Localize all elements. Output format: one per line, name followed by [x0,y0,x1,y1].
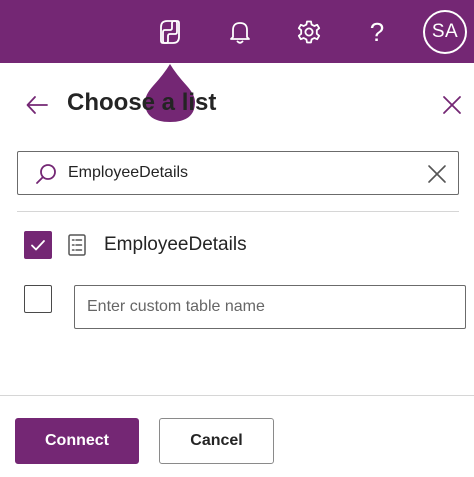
footer-divider [0,395,474,396]
top-bar: ? SA [0,0,474,63]
custom-table-name-input[interactable] [74,285,466,329]
copilot-icon[interactable] [150,12,190,52]
list-item-label[interactable]: EmployeeDetails [104,234,247,256]
gear-icon[interactable] [289,12,329,52]
panel-title: Choose a list [67,89,217,116]
list-icon [67,233,87,257]
help-icon[interactable]: ? [357,12,397,52]
close-icon[interactable] [441,94,463,116]
connect-button[interactable]: Connect [15,418,139,464]
list-item-checkbox[interactable] [24,231,52,259]
cancel-button[interactable]: Cancel [159,418,274,464]
search-input[interactable] [68,152,413,194]
custom-table-checkbox[interactable] [24,285,52,313]
divider [17,211,459,212]
back-arrow-icon[interactable] [24,92,50,118]
search-box [17,151,459,195]
clear-search-icon[interactable] [427,164,447,184]
search-icon [35,163,57,185]
help-glyph: ? [369,17,385,47]
avatar[interactable]: SA [423,10,467,54]
bell-icon[interactable] [220,12,260,52]
